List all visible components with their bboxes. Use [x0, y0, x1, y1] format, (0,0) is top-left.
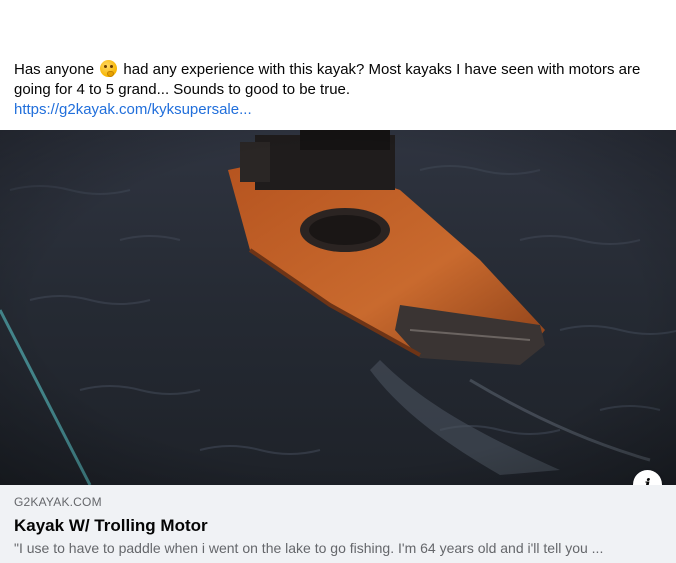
- link-description: "I use to have to paddle when i went on …: [14, 540, 604, 556]
- link-preview-image[interactable]: i: [0, 130, 676, 485]
- link-domain: G2KAYAK.COM: [14, 495, 102, 509]
- kayak-photo: [0, 130, 676, 485]
- info-icon: i: [644, 475, 651, 485]
- link-preview-card[interactable]: G2KAYAK.COM Kayak W/ Trolling Motor "I u…: [0, 485, 676, 563]
- post-message: Has anyone had any experience with this …: [14, 60, 664, 120]
- post-text-start: Has anyone: [14, 61, 95, 78]
- thinking-face-emoji-icon: [100, 60, 118, 77]
- link-title[interactable]: Kayak W/ Trolling Motor: [14, 515, 662, 537]
- post-link[interactable]: https://g2kayak.com/kyksupersale...: [14, 100, 664, 120]
